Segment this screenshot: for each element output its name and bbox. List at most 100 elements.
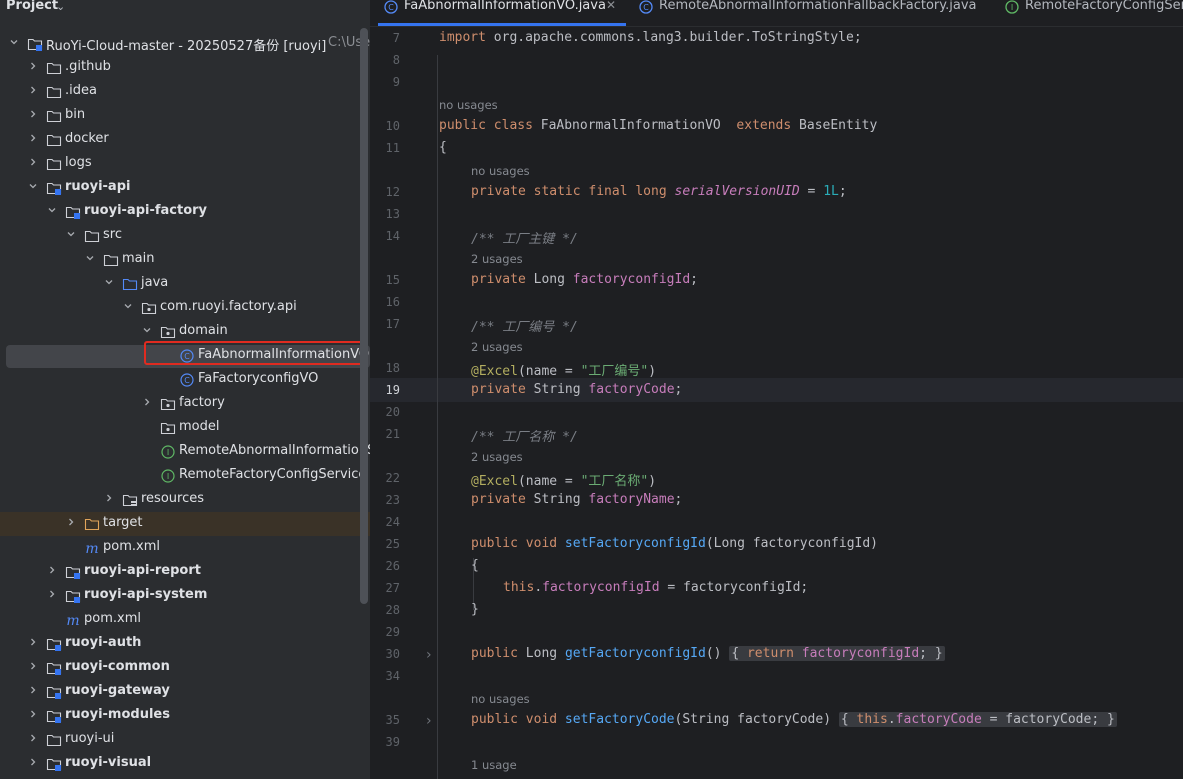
line-number[interactable]: 13 bbox=[370, 207, 400, 221]
tree-item[interactable]: m pom.xml bbox=[0, 608, 370, 632]
tree-item[interactable]: C FaFactoryconfigVO bbox=[0, 368, 370, 392]
line-number[interactable]: 21 bbox=[370, 427, 400, 441]
tree-item[interactable]: ruoyi-api-report bbox=[0, 560, 370, 584]
tree-item[interactable]: com.ruoyi.factory.api bbox=[0, 296, 370, 320]
tree-item[interactable]: I RemoteFactoryConfigService bbox=[0, 464, 370, 488]
line-number[interactable]: 25 bbox=[370, 537, 400, 551]
chevron-right-icon[interactable] bbox=[28, 109, 38, 121]
chevron-right-icon[interactable] bbox=[28, 85, 38, 97]
line-number[interactable]: 19 bbox=[370, 383, 400, 397]
chevron-right-icon[interactable] bbox=[104, 493, 114, 505]
tree-item[interactable]: main bbox=[0, 248, 370, 272]
line-number[interactable]: 8 bbox=[370, 53, 400, 67]
usage-hint[interactable]: no usages bbox=[439, 98, 498, 112]
line-number[interactable]: 26 bbox=[370, 559, 400, 573]
line-number[interactable]: 22 bbox=[370, 471, 400, 485]
chevron-down-icon[interactable] bbox=[104, 277, 114, 289]
chevron-down-icon[interactable] bbox=[85, 253, 95, 265]
tab-remoteabnormalinformationfallbackfactory[interactable]: C RemoteAbnormalInformationFallbackFacto… bbox=[639, 0, 976, 26]
line-number[interactable]: 30 bbox=[370, 647, 400, 661]
close-icon[interactable]: ✕ bbox=[606, 0, 616, 12]
project-panel-header[interactable]: Project ⌄ bbox=[0, 0, 370, 18]
tree-item[interactable]: .github bbox=[0, 56, 370, 80]
usage-hint[interactable]: 2 usages bbox=[471, 450, 523, 464]
chevron-right-icon[interactable] bbox=[28, 733, 38, 745]
chevron-right-icon[interactable] bbox=[28, 709, 38, 721]
line-number[interactable]: 16 bbox=[370, 295, 400, 309]
line-number[interactable]: 29 bbox=[370, 625, 400, 639]
folded-region[interactable]: { this.factoryCode = factoryCode; } bbox=[838, 712, 1117, 727]
tree-item[interactable]: ruoyi-gateway bbox=[0, 680, 370, 704]
chevron-down-icon[interactable] bbox=[9, 37, 19, 49]
tree-item[interactable]: ruoyi-modules bbox=[0, 704, 370, 728]
tree-item[interactable]: I RemoteAbnormalInformationService bbox=[0, 440, 370, 464]
line-number[interactable]: 39 bbox=[370, 735, 400, 749]
chevron-down-icon[interactable] bbox=[47, 205, 57, 217]
line-number[interactable]: 27 bbox=[370, 581, 400, 595]
chevron-right-icon[interactable] bbox=[28, 757, 38, 769]
tree-scrollbar[interactable] bbox=[360, 28, 368, 604]
chevron-right-icon[interactable] bbox=[28, 661, 38, 673]
folded-region[interactable]: { return factoryconfigId; } bbox=[729, 646, 945, 661]
chevron-right-icon[interactable] bbox=[47, 589, 57, 601]
line-number-gutter[interactable]: 7 8 9 10 11 12 13 14 15 16 17 18 19 20 21 22 23 24 25 26 27 2… bbox=[370, 26, 436, 779]
chevron-right-icon[interactable] bbox=[142, 397, 152, 409]
tree-item[interactable]: ruoyi-ui bbox=[0, 728, 370, 752]
line-number[interactable]: 11 bbox=[370, 141, 400, 155]
tree-item[interactable]: ruoyi-visual bbox=[0, 752, 370, 776]
line-number[interactable]: 34 bbox=[370, 669, 400, 683]
line-number[interactable]: 14 bbox=[370, 229, 400, 243]
usage-hint[interactable]: no usages bbox=[471, 692, 530, 706]
chevron-down-icon[interactable]: ⌄ bbox=[56, 0, 65, 13]
chevron-right-icon[interactable] bbox=[28, 637, 38, 649]
tree-item[interactable]: ruoyi-api bbox=[0, 176, 370, 200]
fold-chevron-icon[interactable]: › bbox=[426, 647, 432, 663]
tree-item[interactable]: ruoyi-auth bbox=[0, 632, 370, 656]
usage-hint[interactable]: 1 usage bbox=[471, 758, 517, 772]
tree-item[interactable]: ruoyi-api-factory bbox=[0, 200, 370, 224]
tab-remotefactoryconfigservice[interactable]: I RemoteFactoryConfigService.java bbox=[1005, 0, 1183, 26]
chevron-right-icon[interactable] bbox=[28, 133, 38, 145]
chevron-right-icon[interactable] bbox=[28, 685, 38, 697]
tree-item[interactable]: RuoYi-Cloud-master - 20250527备份 [ruoyi] … bbox=[0, 32, 370, 56]
chevron-down-icon[interactable] bbox=[123, 301, 133, 313]
line-number[interactable]: 12 bbox=[370, 185, 400, 199]
line-number[interactable]: 28 bbox=[370, 603, 400, 617]
chevron-down-icon[interactable] bbox=[28, 181, 38, 193]
line-number[interactable]: 17 bbox=[370, 317, 400, 331]
usage-hint[interactable]: 2 usages bbox=[471, 340, 523, 354]
line-number[interactable]: 15 bbox=[370, 273, 400, 287]
code-editor[interactable]: C FaAbnormalInformationVO.java ✕ C Remot… bbox=[370, 0, 1183, 779]
tree-item[interactable]: bin bbox=[0, 104, 370, 128]
tree-item[interactable]: model bbox=[0, 416, 370, 440]
line-number[interactable]: 35 bbox=[370, 713, 400, 727]
chevron-down-icon[interactable] bbox=[142, 325, 152, 337]
usage-hint[interactable]: no usages bbox=[471, 164, 530, 178]
line-number[interactable]: 7 bbox=[370, 31, 400, 45]
tree-item[interactable]: logs bbox=[0, 152, 370, 176]
line-number[interactable]: 9 bbox=[370, 75, 400, 89]
usage-hint[interactable]: 2 usages bbox=[471, 252, 523, 266]
line-number[interactable]: 20 bbox=[370, 405, 400, 419]
fold-chevron-icon[interactable]: › bbox=[426, 713, 432, 729]
tree-item[interactable]: ruoyi-common bbox=[0, 656, 370, 680]
tree-item[interactable]: java bbox=[0, 272, 370, 296]
tree-item[interactable]: factory bbox=[0, 392, 370, 416]
line-number[interactable]: 23 bbox=[370, 493, 400, 507]
tree-item[interactable]: .idea bbox=[0, 80, 370, 104]
line-number[interactable]: 10 bbox=[370, 119, 400, 133]
chevron-right-icon[interactable] bbox=[28, 61, 38, 73]
tree-item[interactable]: target bbox=[0, 512, 370, 536]
tree-item[interactable]: ruoyi-api-system bbox=[0, 584, 370, 608]
chevron-right-icon[interactable] bbox=[66, 517, 76, 529]
line-number[interactable]: 18 bbox=[370, 361, 400, 375]
project-panel-title[interactable]: Project bbox=[6, 0, 58, 13]
tree-item[interactable]: docker bbox=[0, 128, 370, 152]
tree-item[interactable]: resources bbox=[0, 488, 370, 512]
chevron-right-icon[interactable] bbox=[28, 157, 38, 169]
chevron-down-icon[interactable] bbox=[66, 229, 76, 241]
chevron-right-icon[interactable] bbox=[47, 565, 57, 577]
line-number[interactable]: 24 bbox=[370, 515, 400, 529]
tree-item[interactable]: m pom.xml bbox=[0, 536, 370, 560]
tree-item[interactable]: src bbox=[0, 224, 370, 248]
